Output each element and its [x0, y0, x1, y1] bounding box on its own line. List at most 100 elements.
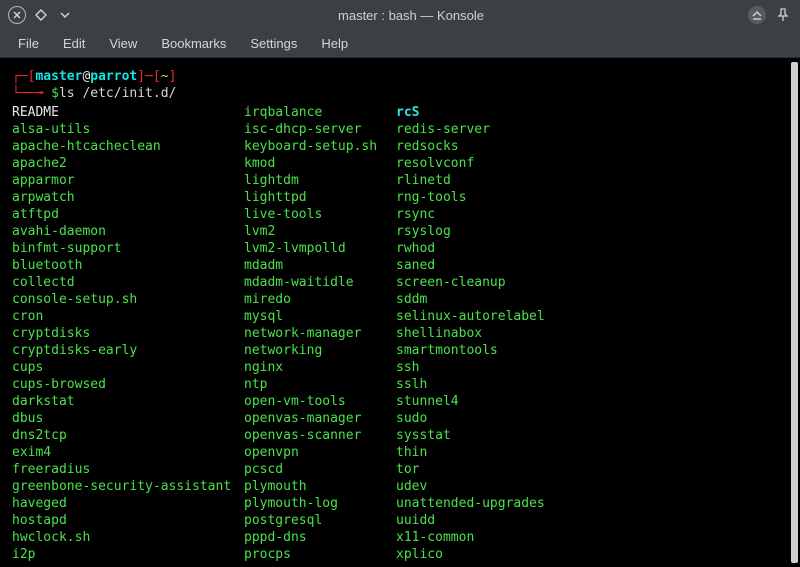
- listing-cell: uuidd: [396, 512, 435, 529]
- listing-row: havegedplymouth-logunattended-upgrades: [12, 495, 788, 512]
- listing-cell: alsa-utils: [12, 121, 244, 138]
- listing-cell: apache-htcacheclean: [12, 138, 244, 155]
- listing-cell: arpwatch: [12, 189, 244, 206]
- listing-row: apparmorlightdmrlinetd: [12, 172, 788, 189]
- listing-cell: mysql: [244, 308, 396, 325]
- listing-cell: atftpd: [12, 206, 244, 223]
- menu-edit[interactable]: Edit: [53, 32, 95, 55]
- listing-cell: console-setup.sh: [12, 291, 244, 308]
- listing-cell: lvm2: [244, 223, 396, 240]
- ls-output: READMEirqbalancercSalsa-utilsisc-dhcp-se…: [12, 104, 788, 563]
- menu-help[interactable]: Help: [311, 32, 358, 55]
- prompt-prefix: └──╼: [12, 86, 51, 101]
- listing-cell: rsyslog: [396, 223, 451, 240]
- listing-cell: postgresql: [244, 512, 396, 529]
- listing-row: hwclock.shpppd-dnsx11-common: [12, 529, 788, 546]
- listing-cell: rsync: [396, 206, 435, 223]
- listing-cell: dbus: [12, 410, 244, 427]
- listing-cell: darkstat: [12, 393, 244, 410]
- listing-cell: rlinetd: [396, 172, 451, 189]
- listing-cell: rwhod: [396, 240, 435, 257]
- listing-row: collectdmdadm-waitidlescreen-cleanup: [12, 274, 788, 291]
- listing-cell: ssh: [396, 359, 419, 376]
- listing-cell: hostapd: [12, 512, 244, 529]
- listing-row: cronmysqlselinux-autorelabel: [12, 308, 788, 325]
- listing-cell: cups: [12, 359, 244, 376]
- listing-cell: kmod: [244, 155, 396, 172]
- listing-row: arpwatchlighttpdrng-tools: [12, 189, 788, 206]
- listing-cell: rng-tools: [396, 189, 466, 206]
- listing-row: alsa-utilsisc-dhcp-serverredis-server: [12, 121, 788, 138]
- listing-row: dns2tcpopenvas-scannersysstat: [12, 427, 788, 444]
- terminal-area[interactable]: ┌─[master@parrot]─[~] └──╼ $ls /etc/init…: [0, 58, 800, 567]
- listing-cell: xplico: [396, 546, 443, 563]
- listing-cell: lightdm: [244, 172, 396, 189]
- listing-cell: apache2: [12, 155, 244, 172]
- listing-row: avahi-daemonlvm2rsyslog: [12, 223, 788, 240]
- close-icon[interactable]: [8, 6, 26, 24]
- menubar: File Edit View Bookmarks Settings Help: [0, 30, 800, 58]
- listing-cell: nginx: [244, 359, 396, 376]
- listing-cell: rcS: [396, 104, 419, 121]
- listing-row: console-setup.shmiredosddm: [12, 291, 788, 308]
- listing-cell: networking: [244, 342, 396, 359]
- listing-row: darkstatopen-vm-toolsstunnel4: [12, 393, 788, 410]
- listing-cell: mdadm-waitidle: [244, 274, 396, 291]
- menu-file[interactable]: File: [8, 32, 49, 55]
- listing-cell: procps: [244, 546, 396, 563]
- listing-cell: isc-dhcp-server: [244, 121, 396, 138]
- listing-cell: openvas-scanner: [244, 427, 396, 444]
- listing-cell: shellinabox: [396, 325, 482, 342]
- listing-row: cryptdisksnetwork-managershellinabox: [12, 325, 788, 342]
- listing-cell: live-tools: [244, 206, 396, 223]
- listing-cell: miredo: [244, 291, 396, 308]
- prompt-line-1: ┌─[master@parrot]─[~]: [12, 68, 788, 85]
- listing-cell: binfmt-support: [12, 240, 244, 257]
- prompt-dollar: $: [51, 86, 59, 101]
- listing-row: READMEirqbalancercS: [12, 104, 788, 121]
- listing-cell: lighttpd: [244, 189, 396, 206]
- prompt-bracket: ]─[: [137, 69, 160, 84]
- listing-row: apache-htcachecleankeyboard-setup.shreds…: [12, 138, 788, 155]
- listing-cell: thin: [396, 444, 427, 461]
- listing-cell: sslh: [396, 376, 427, 393]
- listing-row: cryptdisks-earlynetworkingsmartmontools: [12, 342, 788, 359]
- listing-cell: x11-common: [396, 529, 474, 546]
- listing-cell: ntp: [244, 376, 396, 393]
- titlebar-right-controls: [748, 6, 792, 24]
- listing-row: freeradiuspcscdtor: [12, 461, 788, 478]
- listing-cell: hwclock.sh: [12, 529, 244, 546]
- listing-row: cupsnginxssh: [12, 359, 788, 376]
- menu-view[interactable]: View: [99, 32, 147, 55]
- minimize-icon[interactable]: [56, 6, 74, 24]
- listing-cell: avahi-daemon: [12, 223, 244, 240]
- listing-cell: saned: [396, 257, 435, 274]
- listing-cell: cryptdisks-early: [12, 342, 244, 359]
- listing-cell: openvpn: [244, 444, 396, 461]
- listing-cell: dns2tcp: [12, 427, 244, 444]
- listing-cell: pcscd: [244, 461, 396, 478]
- listing-cell: exim4: [12, 444, 244, 461]
- prompt-cwd: ~: [161, 69, 169, 84]
- listing-cell: lvm2-lvmpolld: [244, 240, 396, 257]
- listing-cell: redis-server: [396, 121, 490, 138]
- listing-row: exim4openvpnthin: [12, 444, 788, 461]
- command-text: ls /etc/init.d/: [59, 86, 176, 101]
- listing-cell: cryptdisks: [12, 325, 244, 342]
- listing-row: greenbone-security-assistantplymouthudev: [12, 478, 788, 495]
- scrollbar[interactable]: [791, 62, 798, 563]
- listing-cell: apparmor: [12, 172, 244, 189]
- maximize-icon[interactable]: [32, 6, 50, 24]
- listing-cell: open-vm-tools: [244, 393, 396, 410]
- pin-icon[interactable]: [774, 6, 792, 24]
- menu-bookmarks[interactable]: Bookmarks: [151, 32, 236, 55]
- listing-cell: greenbone-security-assistant: [12, 478, 244, 495]
- prompt-line-2: └──╼ $ls /etc/init.d/: [12, 85, 788, 102]
- listing-cell: cups-browsed: [12, 376, 244, 393]
- listing-cell: plymouth-log: [244, 495, 396, 512]
- keep-above-icon[interactable]: [748, 6, 766, 24]
- prompt-bracket: ┌─[: [12, 69, 35, 84]
- listing-cell: plymouth: [244, 478, 396, 495]
- listing-cell: freeradius: [12, 461, 244, 478]
- menu-settings[interactable]: Settings: [240, 32, 307, 55]
